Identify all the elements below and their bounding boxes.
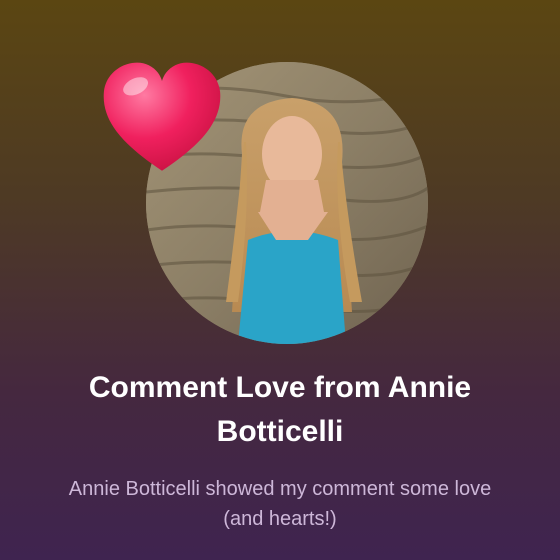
card-subtitle: Annie Botticelli showed my comment some … <box>68 478 492 530</box>
card-title: Comment Love from Annie Botticelli <box>88 371 472 448</box>
heart-icon <box>103 62 221 171</box>
comment-love-card: Comment Love from Annie Botticelli Annie… <box>0 0 560 560</box>
